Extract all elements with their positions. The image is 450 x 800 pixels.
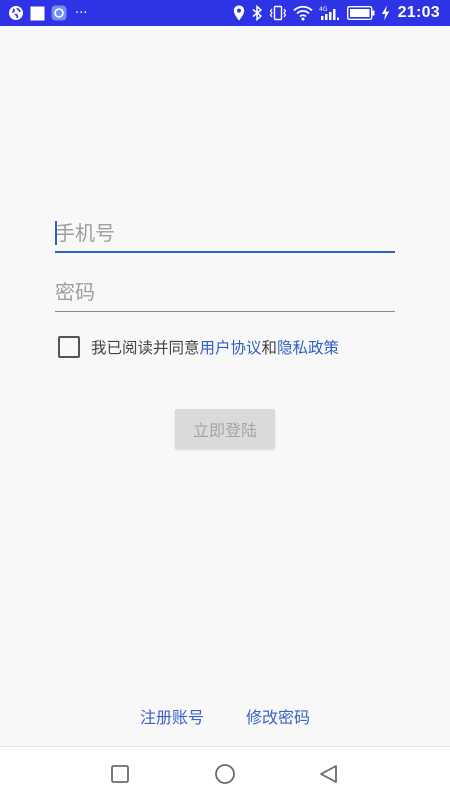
status-bar: ··· 4G 21:03	[0, 0, 450, 26]
wifi-icon	[292, 5, 313, 21]
login-button[interactable]: 立即登陆	[175, 409, 275, 449]
agreement-prefix-text: 我已阅读并同意	[91, 339, 200, 357]
footer-links: 注册账号 修改密码	[0, 704, 450, 728]
bluetooth-icon	[251, 5, 263, 21]
password-input-underline	[55, 311, 395, 312]
app-circle-icon	[51, 5, 67, 21]
more-dots-icon: ···	[75, 5, 88, 21]
app-square-icon	[30, 5, 45, 21]
change-password-link[interactable]: 修改密码	[246, 704, 310, 728]
home-icon[interactable]	[214, 763, 236, 785]
login-screen: 我已阅读并同意 用户协议 和 隐私政策 立即登陆 注册账号 修改密码	[0, 26, 450, 746]
charging-icon	[381, 5, 390, 21]
signal-icon: 4G	[319, 5, 341, 21]
phone-input-underline	[55, 251, 395, 253]
back-icon[interactable]	[318, 763, 340, 785]
globe-icon	[8, 5, 24, 21]
status-bar-right: 4G 21:03	[233, 4, 440, 22]
user-agreement-link[interactable]: 用户协议	[200, 336, 262, 358]
password-field-container	[55, 272, 395, 312]
recent-apps-icon[interactable]	[109, 763, 131, 785]
privacy-policy-link[interactable]: 隐私政策	[277, 336, 339, 358]
password-input[interactable]	[55, 272, 395, 312]
network-type-label: 4G	[319, 6, 328, 13]
battery-icon	[346, 5, 375, 21]
agreement-conjunction-text: 和	[261, 339, 278, 357]
text-cursor	[55, 221, 57, 245]
clock: 21:03	[397, 4, 440, 21]
agreement-row: 我已阅读并同意 用户协议 和 隐私政策	[58, 334, 339, 360]
register-account-link[interactable]: 注册账号	[140, 704, 204, 728]
phone-input[interactable]	[55, 213, 395, 253]
agreement-checkbox[interactable]	[58, 336, 80, 358]
vibrate-icon	[269, 5, 287, 21]
location-icon	[233, 5, 245, 21]
phone-field-container	[55, 213, 395, 253]
system-nav-bar	[0, 746, 450, 800]
status-bar-left: ···	[8, 5, 87, 21]
